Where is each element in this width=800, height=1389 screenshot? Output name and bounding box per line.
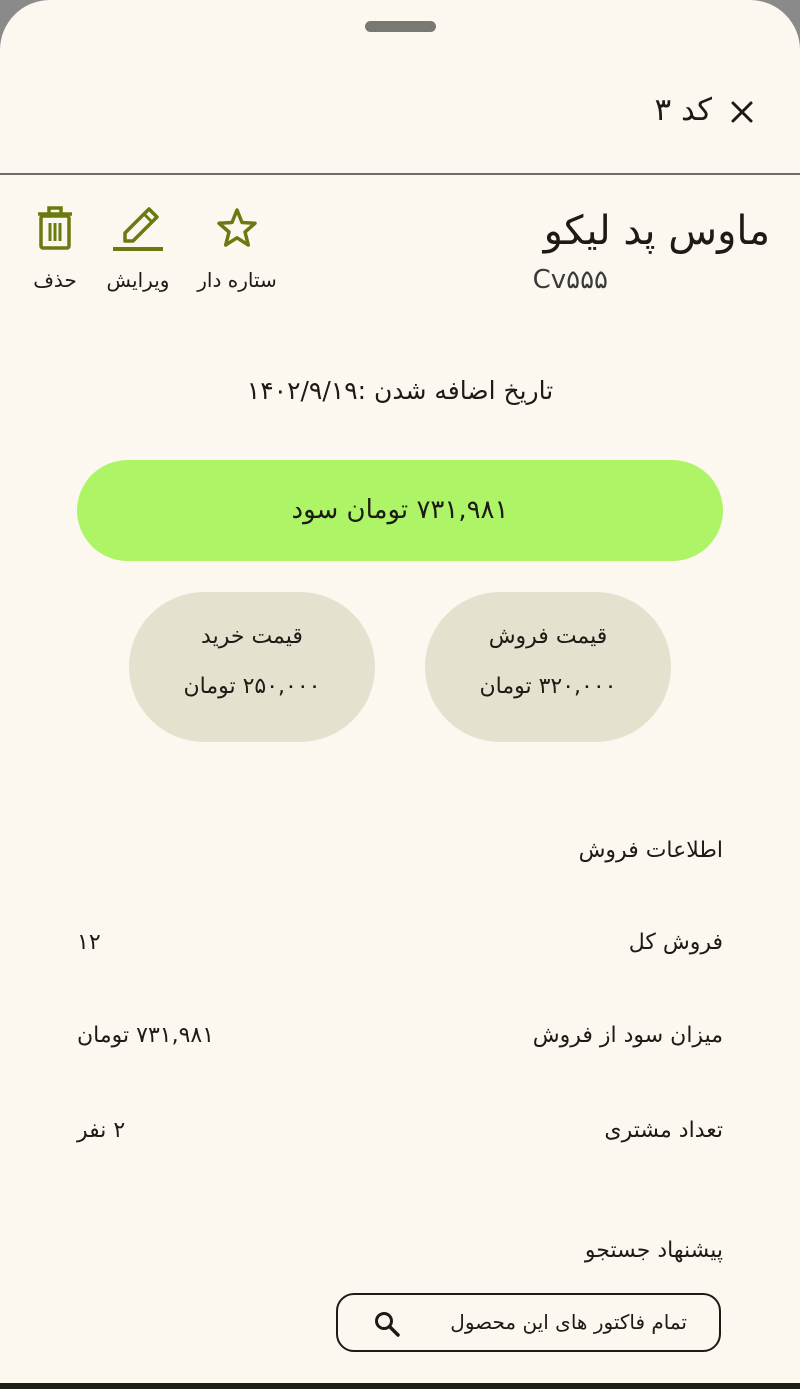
edit-label: ویرایش	[106, 268, 170, 292]
buy-price-title: قیمت خرید	[201, 624, 303, 649]
sell-price-title: قیمت فروش	[488, 624, 608, 649]
total-sales-label: فروش کل	[628, 930, 723, 955]
product-name: ماوس پد لیکو	[543, 208, 770, 254]
buy-price-card: قیمت خرید ۲۵۰,۰۰۰ تومان	[129, 592, 375, 742]
search-suggestion-title: پیشنهاد جستجو	[584, 1238, 723, 1263]
customer-count-label: تعداد مشتری	[604, 1118, 723, 1143]
profit-from-sales-value: ۷۳۱,۹۸۱ تومان	[77, 1023, 215, 1048]
sell-price-value: ۳۲۰,۰۰۰ تومان	[479, 674, 617, 699]
product-code: Cv۵۵۵	[532, 265, 608, 295]
drag-handle[interactable]	[365, 21, 436, 32]
edit-button[interactable]: ویرایش	[99, 206, 177, 292]
star-label: ستاره دار	[197, 268, 277, 292]
total-sales-value: ۱۲	[77, 930, 101, 955]
bottom-edge	[0, 1383, 800, 1389]
close-icon	[731, 101, 753, 123]
star-icon	[217, 208, 257, 247]
bottom-sheet: کد ۳ ماوس پد لیکو Cv۵۵۵ ستاره دار ویرایش…	[0, 0, 800, 1389]
star-button[interactable]: ستاره دار	[194, 206, 280, 292]
delete-label: حذف	[33, 268, 77, 292]
profit-text: ۷۳۱,۹۸۱ تومان سود	[291, 495, 509, 525]
customer-count-value: ۲ نفر	[77, 1118, 126, 1143]
close-button[interactable]	[728, 98, 756, 126]
edit-icon	[113, 207, 163, 251]
header-title: کد ۳	[654, 92, 712, 128]
all-invoices-button[interactable]: تمام فاکتور های این محصول	[336, 1293, 721, 1352]
profit-badge: ۷۳۱,۹۸۱ تومان سود	[77, 460, 723, 561]
trash-icon	[38, 206, 72, 250]
search-icon	[375, 1312, 400, 1337]
sell-price-card: قیمت فروش ۳۲۰,۰۰۰ تومان	[425, 592, 671, 742]
buy-price-value: ۲۵۰,۰۰۰ تومان	[183, 674, 321, 699]
date-added: تاریخ اضافه شدن :۱۴۰۲/۹/۱۹	[246, 376, 554, 405]
delete-button[interactable]: حذف	[26, 206, 84, 292]
profit-from-sales-label: میزان سود از فروش	[532, 1023, 723, 1048]
all-invoices-label: تمام فاکتور های این محصول	[450, 1310, 687, 1334]
sales-info-title: اطلاعات فروش	[578, 838, 723, 863]
